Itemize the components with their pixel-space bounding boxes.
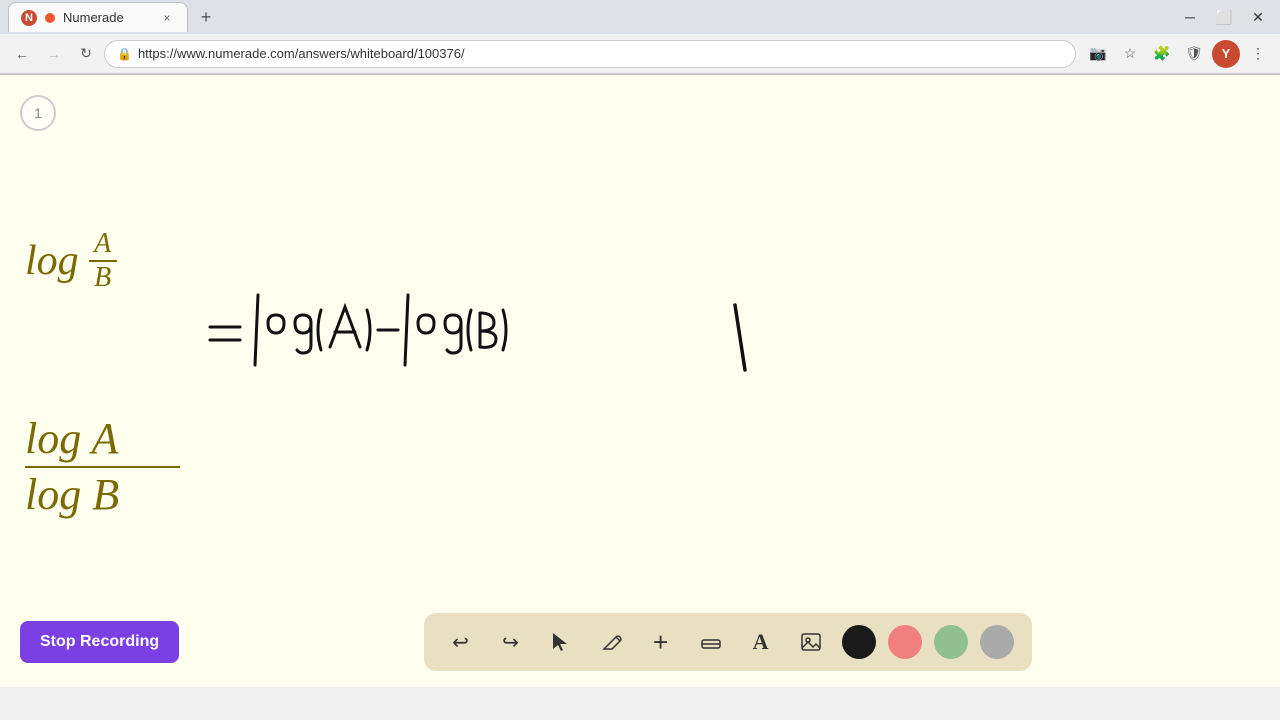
log-label-main: log xyxy=(25,237,79,285)
tab-favicon: N xyxy=(21,10,37,26)
recording-dot xyxy=(45,13,55,23)
bookmark-icon[interactable]: ☆ xyxy=(1116,40,1144,68)
select-tool-button[interactable] xyxy=(542,623,580,661)
new-tab-button[interactable]: + xyxy=(192,3,220,31)
url-text: https://www.numerade.com/answers/whitebo… xyxy=(138,46,465,61)
shield-icon[interactable]: 🛡 xyxy=(1180,40,1208,68)
reload-button[interactable]: ↻ xyxy=(72,40,100,68)
tab-close-button[interactable]: × xyxy=(159,10,175,26)
color-green-button[interactable] xyxy=(934,625,968,659)
image-button[interactable] xyxy=(792,623,830,661)
tools-panel: ↩ ↪ + A xyxy=(424,613,1032,671)
color-gray-button[interactable] xyxy=(980,625,1014,659)
extensions-icon[interactable]: 🧩 xyxy=(1148,40,1176,68)
address-bar[interactable]: 🔒 https://www.numerade.com/answers/white… xyxy=(104,40,1076,68)
close-button[interactable]: ✕ xyxy=(1244,3,1272,31)
text-tool-button[interactable]: A xyxy=(742,623,780,661)
camera-icon[interactable]: 📷 xyxy=(1084,40,1112,68)
maximize-button[interactable]: ⬜ xyxy=(1210,3,1238,31)
redo-button[interactable]: ↪ xyxy=(492,623,530,661)
color-black-button[interactable] xyxy=(842,625,876,659)
tab-title: Numerade xyxy=(63,10,124,25)
add-button[interactable]: + xyxy=(642,623,680,661)
hw-fraction-line xyxy=(25,466,180,468)
fraction-numerator: A xyxy=(94,230,111,258)
undo-button[interactable]: ↩ xyxy=(442,623,480,661)
menu-icon[interactable]: ⋮ xyxy=(1244,40,1272,68)
lock-icon: 🔒 xyxy=(117,47,132,61)
handwritten-fraction-formula: log A log B xyxy=(25,415,180,520)
pen-tool-button[interactable] xyxy=(592,623,630,661)
nav-bar: ← → ↻ 🔒 https://www.numerade.com/answers… xyxy=(0,34,1280,74)
title-bar: N Numerade × + ─ ⬜ ✕ xyxy=(0,0,1280,34)
browser-chrome: N Numerade × + ─ ⬜ ✕ ← → ↻ 🔒 https://www… xyxy=(0,0,1280,75)
color-pink-button[interactable] xyxy=(888,625,922,659)
fraction-denominator: B xyxy=(94,264,111,292)
eraser-button[interactable] xyxy=(692,623,730,661)
hw-denominator: log B xyxy=(25,471,119,519)
minimize-button[interactable]: ─ xyxy=(1176,3,1204,31)
hw-numerator: log A xyxy=(25,415,118,463)
active-tab[interactable]: N Numerade × xyxy=(8,2,188,32)
back-button[interactable]: ← xyxy=(8,40,36,68)
profile-avatar[interactable]: Y xyxy=(1212,40,1240,68)
handwriting-strokes xyxy=(0,75,1280,687)
math-formula-main: log A B xyxy=(25,230,117,292)
page-indicator: 1 xyxy=(20,95,56,131)
whiteboard[interactable]: 1 xyxy=(0,75,1280,687)
stop-recording-button[interactable]: Stop Recording xyxy=(20,621,179,663)
bottom-toolbar: Stop Recording ↩ ↪ + A xyxy=(0,597,1280,687)
forward-button[interactable]: → xyxy=(40,40,68,68)
window-controls: ─ ⬜ ✕ xyxy=(1176,3,1272,31)
browser-toolbar-icons: 📷 ☆ 🧩 🛡 Y ⋮ xyxy=(1084,40,1272,68)
